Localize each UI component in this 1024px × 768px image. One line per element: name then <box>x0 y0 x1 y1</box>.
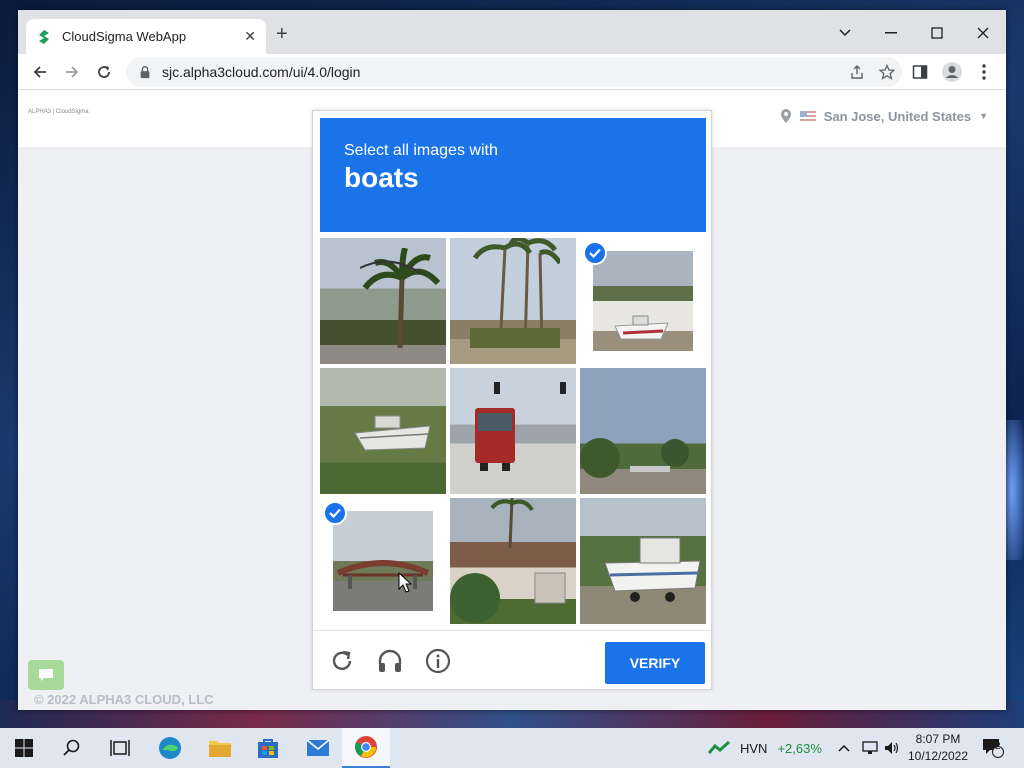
selected-check-icon <box>583 241 607 265</box>
captcha-challenge: Select all images with boats VERIFY <box>312 110 712 690</box>
copyright-footer: © 2022 ALPHA3 CLOUD, LLC <box>34 692 214 707</box>
captcha-tile-2[interactable] <box>450 238 576 364</box>
minimize-icon[interactable] <box>868 18 914 48</box>
captcha-tile-8[interactable] <box>450 498 576 624</box>
lock-icon <box>140 66 150 79</box>
reload-icon[interactable] <box>92 60 116 84</box>
tab-title: CloudSigma WebApp <box>62 29 187 44</box>
clock-date: 10/12/2022 <box>907 749 969 763</box>
captcha-tile-6[interactable] <box>580 368 706 494</box>
maximize-icon[interactable] <box>914 18 960 48</box>
clock-time: 8:07 PM <box>915 732 961 746</box>
map-pin-icon <box>780 109 791 123</box>
captcha-target: boats <box>344 162 419 193</box>
search-icon[interactable] <box>48 728 96 768</box>
taskbar: HVN +2,63% 8:07 PM 10/12/2022 2 <box>0 728 1024 768</box>
caret-down-icon: ▼ <box>979 111 988 121</box>
alpha3-logo: ALPHA3 | CloudSigma <box>28 109 89 115</box>
forward-arrow-icon[interactable] <box>60 60 84 84</box>
captcha-tile-7[interactable] <box>320 498 446 624</box>
back-arrow-icon[interactable] <box>28 60 52 84</box>
captcha-tile-1[interactable] <box>320 238 446 364</box>
chrome-icon[interactable] <box>342 728 390 768</box>
notification-center-icon[interactable]: 2 <box>982 728 1004 768</box>
captcha-header: Select all images with boats <box>320 118 706 232</box>
captcha-tile-3[interactable] <box>580 238 706 364</box>
address-bar[interactable]: sjc.alpha3cloud.com/ui/4.0/login <box>126 57 902 87</box>
edge-browser-icon[interactable] <box>146 728 194 768</box>
windows-start-icon[interactable] <box>0 728 48 768</box>
captcha-instruction: Select all images with <box>344 142 498 159</box>
bookmark-star-icon[interactable] <box>872 64 902 80</box>
captcha-grid <box>320 238 706 624</box>
browser-toolbar: sjc.alpha3cloud.com/ui/4.0/login <box>18 54 1006 90</box>
location-selector[interactable]: San Jose, United States ▼ <box>780 108 988 124</box>
cloudsigma-favicon-icon <box>39 29 49 44</box>
tab-search-icon[interactable] <box>822 18 868 48</box>
captcha-tile-5[interactable] <box>450 368 576 494</box>
captcha-tile-9[interactable] <box>580 498 706 624</box>
stock-symbol: HVN <box>740 740 768 756</box>
browser-tab[interactable]: CloudSigma WebApp ✕ <box>26 19 266 54</box>
us-flag-icon <box>799 110 816 122</box>
system-clock[interactable]: 8:07 PM 10/12/2022 <box>906 731 970 765</box>
tray-overflow-icon[interactable] <box>838 728 850 768</box>
mouse-cursor-icon <box>398 572 412 593</box>
new-tab-icon[interactable]: + <box>276 24 288 44</box>
stock-chart-icon <box>708 741 730 754</box>
mail-icon[interactable] <box>294 728 342 768</box>
stock-change: +2,63% <box>777 740 822 756</box>
menu-kebab-icon[interactable] <box>972 60 996 84</box>
tab-close-icon[interactable]: ✕ <box>244 28 256 45</box>
stock-widget[interactable]: HVN +2,63% <box>708 728 822 768</box>
captcha-footer: VERIFY <box>313 630 711 690</box>
captcha-tile-4[interactable] <box>320 368 446 494</box>
notification-count: 2 <box>995 741 1001 752</box>
audio-headphones-icon[interactable] <box>375 646 405 676</box>
verify-button[interactable]: VERIFY <box>605 642 705 684</box>
url-text: sjc.alpha3cloud.com/ui/4.0/login <box>162 64 361 80</box>
web-page: ALPHA3 | CloudSigma San Jose, United Sta… <box>18 91 1006 710</box>
selected-check-icon <box>323 501 347 525</box>
task-view-icon[interactable] <box>96 728 144 768</box>
browser-window: CloudSigma WebApp ✕ + sjc.alpha3cloud.co… <box>18 10 1006 710</box>
location-label: San Jose, United States <box>823 108 972 124</box>
close-window-icon[interactable] <box>960 18 1006 48</box>
volume-icon[interactable] <box>884 728 900 768</box>
network-icon[interactable] <box>862 728 878 768</box>
share-icon[interactable] <box>842 64 872 80</box>
side-panel-icon[interactable] <box>908 60 932 84</box>
tab-strip: CloudSigma WebApp ✕ + <box>18 10 1006 54</box>
refresh-icon[interactable] <box>327 646 357 676</box>
file-explorer-icon[interactable] <box>196 728 244 768</box>
info-icon[interactable] <box>423 646 453 676</box>
chat-icon[interactable] <box>28 660 64 690</box>
profile-avatar-icon[interactable] <box>940 60 964 84</box>
store-icon[interactable] <box>244 728 292 768</box>
